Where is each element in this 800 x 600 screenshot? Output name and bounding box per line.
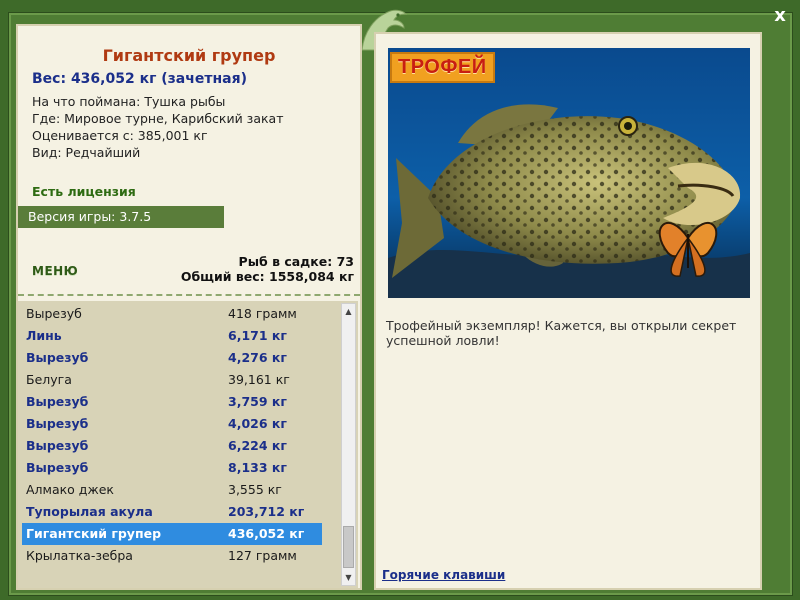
catch-fish-weight: 8,133 кг <box>228 460 287 475</box>
fish-photo: ТРОФЕЙ <box>388 48 750 298</box>
catch-list-item[interactable]: Тупорылая акула 203,712 кг <box>22 501 322 523</box>
total-weight: Общий вес: 1558,084 кг <box>180 269 354 284</box>
fish-count: Рыб в садке: 73 <box>238 254 354 269</box>
catch-fish-weight: 436,052 кг <box>228 526 305 541</box>
scroll-up-icon[interactable]: ▲ <box>342 304 355 319</box>
catch-fish-name: Тупорылая акула <box>26 504 153 519</box>
fish-rarity: Вид: Редчайший <box>32 145 141 160</box>
catch-fish-name: Крылатка-зебра <box>26 548 133 563</box>
catch-list-item[interactable]: Вырезуб 4,276 кг <box>22 347 322 369</box>
fish-weight: Вес: 436,052 кг (зачетная) <box>32 71 247 87</box>
catch-fish-weight: 6,224 кг <box>228 438 287 453</box>
catch-fish-weight: 3,555 кг <box>228 482 282 497</box>
fish-location: Где: Мировое турне, Карибский закат <box>32 111 284 126</box>
scroll-down-icon[interactable]: ▼ <box>342 570 355 585</box>
catch-fish-weight: 203,712 кг <box>228 504 305 519</box>
fish-info: Гигантский групер Вес: 436,052 кг (зачет… <box>18 26 360 199</box>
hotkeys-link[interactable]: Горячие клавиши <box>382 568 505 582</box>
catch-list-item[interactable]: Вырезуб 4,026 кг <box>22 413 322 435</box>
fish-bait: На что поймана: Тушка рыбы <box>32 94 226 109</box>
catch-info-panel: Гигантский групер Вес: 436,052 кг (зачет… <box>16 24 362 590</box>
close-icon: x <box>774 5 786 26</box>
catch-fish-name: Вырезуб <box>26 416 89 431</box>
menu-button[interactable]: МЕНЮ <box>32 264 78 278</box>
fish-valuation: Оценивается с: 385,001 кг <box>32 128 208 143</box>
catch-list: Вырезуб 418 грамм Линь 6,171 кг Вырезуб 4,276… <box>22 303 322 567</box>
catch-fish-weight: 4,276 кг <box>228 350 287 365</box>
keepnet-stats: Рыб в садке: 73 Общий вес: 1558,084 кг <box>181 254 354 284</box>
fish-title: Гигантский групер <box>102 46 276 65</box>
catch-list-item[interactable]: Алмако джек 3,555 кг <box>22 479 322 501</box>
catch-fish-name: Вырезуб <box>26 438 89 453</box>
catch-fish-name: Вырезуб <box>26 394 89 409</box>
catch-fish-name: Вырезуб <box>26 460 89 475</box>
catch-fish-name: Белуга <box>26 372 72 387</box>
license-status: Есть лицензия <box>32 184 136 199</box>
catch-list-item[interactable]: Вырезуб 3,759 кг <box>22 391 322 413</box>
catch-list-item[interactable]: Вырезуб 6,224 кг <box>22 435 322 457</box>
catch-list-item[interactable]: Гигантский групер 436,052 кг <box>22 523 322 545</box>
catch-list-item[interactable]: Вырезуб 8,133 кг <box>22 457 322 479</box>
trophy-description: Трофейный экземпляр! Кажется, вы открыли… <box>386 318 737 348</box>
catch-fish-name: Вырезуб <box>26 306 82 321</box>
close-button[interactable]: x <box>770 6 790 26</box>
divider <box>18 294 360 296</box>
catch-list-container: Вырезуб 418 грамм Линь 6,171 кг Вырезуб 4,276… <box>18 301 358 588</box>
catch-list-item[interactable]: Белуга 39,161 кг <box>22 369 322 391</box>
catch-fish-weight: 39,161 кг <box>228 372 290 387</box>
game-version: Версия игры: 3.7.5 <box>18 206 224 228</box>
scrollbar-thumb[interactable] <box>343 526 354 568</box>
catch-fish-weight: 418 грамм <box>228 306 297 321</box>
trophy-panel: ТРОФЕЙ Трофейный экземпляр! Кажется, вы … <box>374 32 762 590</box>
catch-fish-weight: 6,171 кг <box>228 328 287 343</box>
catch-fish-name: Алмако джек <box>26 482 114 497</box>
catch-fish-weight: 4,026 кг <box>228 416 287 431</box>
catch-list-item[interactable]: Линь 6,171 кг <box>22 325 322 347</box>
catch-fish-name: Вырезуб <box>26 350 89 365</box>
catch-fish-weight: 3,759 кг <box>228 394 287 409</box>
catch-fish-name: Линь <box>26 328 62 343</box>
catch-fish-weight: 127 грамм <box>228 548 297 563</box>
catch-list-item[interactable]: Крылатка-зебра 127 грамм <box>22 545 322 567</box>
catch-list-item[interactable]: Вырезуб 418 грамм <box>22 303 322 325</box>
catch-fish-name: Гигантский групер <box>26 526 162 541</box>
grouper-illustration <box>388 48 750 298</box>
trophy-badge: ТРОФЕЙ <box>390 52 495 83</box>
catch-list-scrollbar[interactable]: ▲ ▼ <box>341 303 356 586</box>
